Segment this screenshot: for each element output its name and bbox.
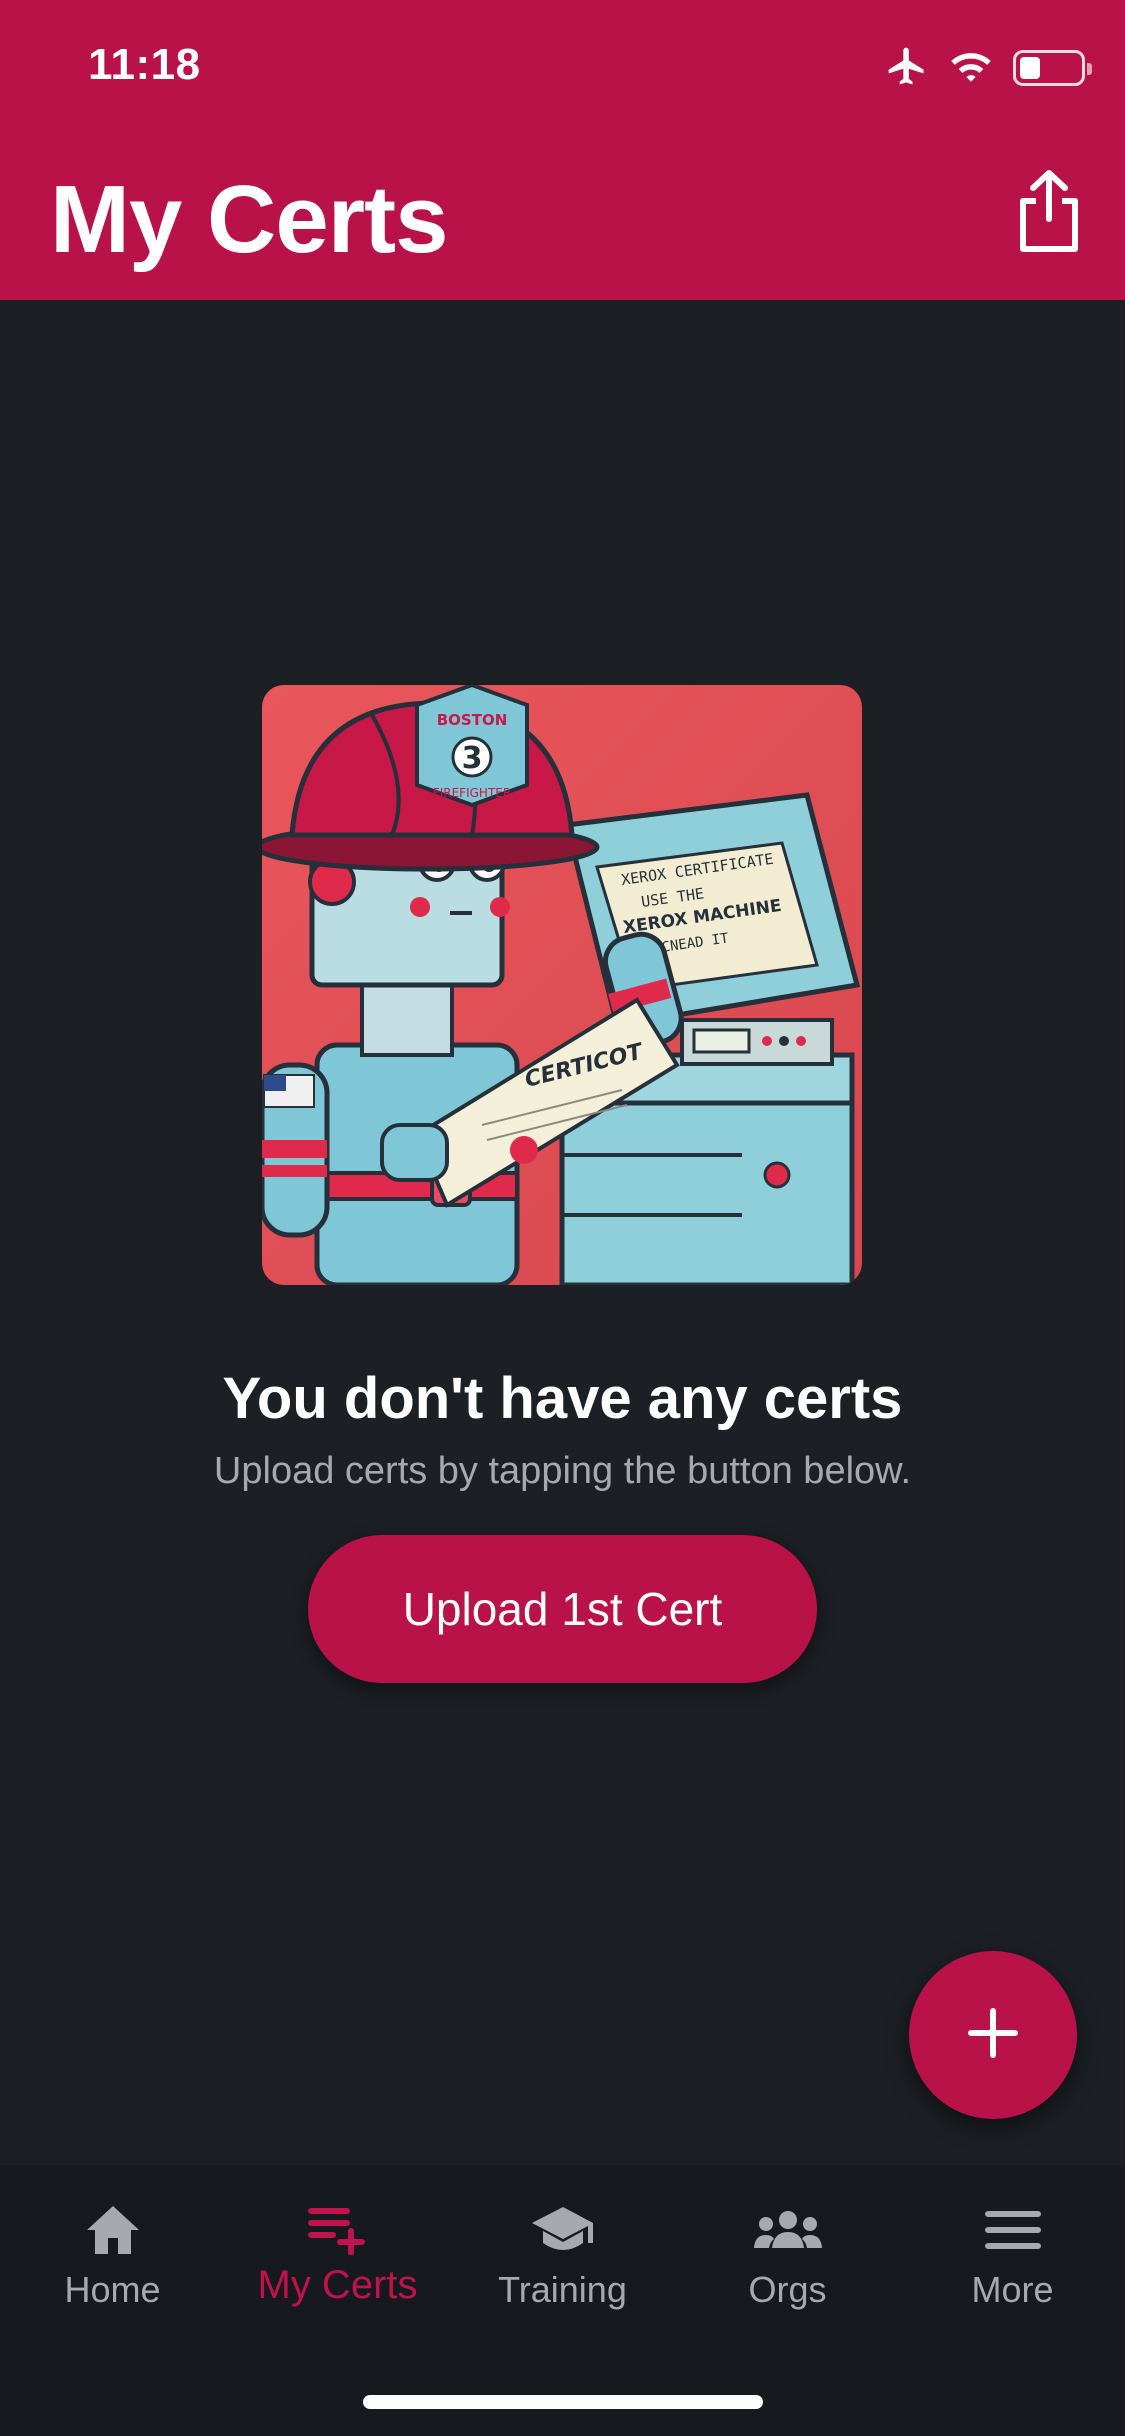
- nav-label-my-certs: My Certs: [257, 2263, 418, 2307]
- nav-item-more[interactable]: More: [900, 2165, 1125, 2345]
- nav-label-training: Training: [498, 2269, 627, 2310]
- empty-state-illustration: XEROX CERTIFICATE USE THE XEROX MACHINE …: [262, 685, 862, 1285]
- status-icons: [885, 44, 1092, 93]
- nav-item-my-certs[interactable]: My Certs: [225, 2165, 450, 2345]
- svg-text:BOSTON: BOSTON: [437, 711, 508, 729]
- airplane-icon: [885, 44, 929, 93]
- nav-item-orgs[interactable]: Orgs: [675, 2165, 900, 2345]
- status-time: 11:18: [88, 40, 201, 89]
- share-button[interactable]: [1011, 168, 1087, 260]
- group-icon: [752, 2197, 824, 2263]
- add-cert-fab[interactable]: [909, 1951, 1077, 2119]
- home-indicator[interactable]: [363, 2395, 763, 2409]
- home-icon: [83, 2197, 143, 2263]
- share-icon: [1016, 169, 1082, 260]
- svg-text:FIREFIGHTER: FIREFIGHTER: [433, 786, 511, 800]
- graduation-cap-icon: [530, 2197, 596, 2263]
- svg-text:3: 3: [462, 741, 483, 776]
- nav-item-home[interactable]: Home: [0, 2165, 225, 2345]
- upload-first-cert-button[interactable]: Upload 1st Cert: [308, 1535, 817, 1683]
- playlist-add-icon: [307, 2197, 369, 2263]
- empty-state-title: You don't have any certs: [222, 1366, 903, 1431]
- nav-label-orgs: Orgs: [748, 2269, 827, 2310]
- battery-icon: [1013, 50, 1092, 86]
- bottom-nav: Home My Certs Training Orgs More: [0, 2165, 1125, 2436]
- empty-state-subtitle: Upload certs by tapping the button below…: [213, 1450, 912, 1492]
- nav-label-more: More: [971, 2269, 1054, 2310]
- menu-icon: [984, 2197, 1042, 2263]
- app-header: 11:18 My Certs: [0, 0, 1125, 300]
- page-title: My Certs: [50, 166, 448, 273]
- plus-icon: [963, 2003, 1023, 2068]
- nav-item-training[interactable]: Training: [450, 2165, 675, 2345]
- nav-label-home: Home: [64, 2269, 161, 2310]
- wifi-icon: [949, 46, 993, 91]
